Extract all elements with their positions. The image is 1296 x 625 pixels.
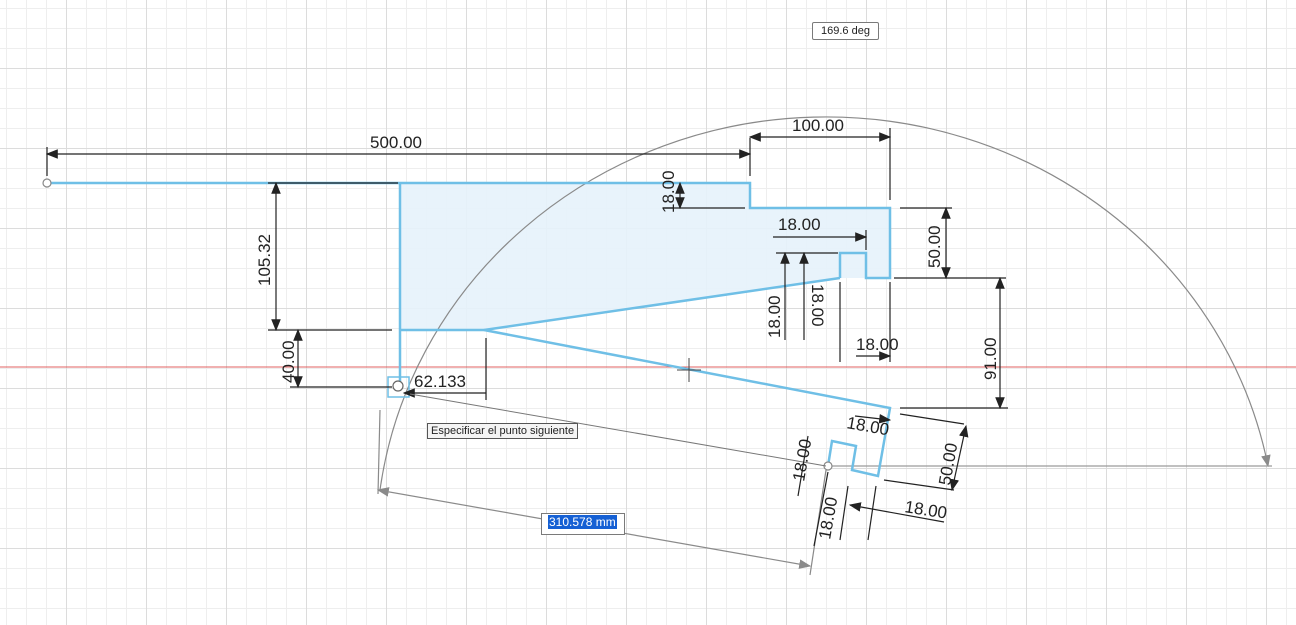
svg-text:18.00: 18.00	[845, 413, 890, 439]
svg-text:18.00: 18.00	[815, 495, 841, 540]
dimension-100[interactable]: 100.00	[748, 116, 892, 200]
dimension-18-rot-a[interactable]: 18.00	[845, 413, 892, 439]
svg-text:18.00: 18.00	[856, 335, 899, 354]
dimension-18-rot-d[interactable]: 18.00	[839, 485, 948, 541]
svg-text:18.00: 18.00	[808, 284, 827, 327]
dimension-18-rot-c[interactable]: 18.00	[813, 471, 841, 547]
svg-text:18.00: 18.00	[659, 170, 678, 213]
svg-text:18.00: 18.00	[778, 215, 821, 234]
dimension-50-right[interactable]: 50.00	[894, 206, 1006, 280]
tooltip-specify-next-point: Especificar el punto siguiente	[427, 423, 579, 439]
svg-text:18.00: 18.00	[789, 437, 815, 482]
length-input-value[interactable]: 310.578 mm	[548, 515, 617, 529]
dimension-18-small[interactable]: 18.00	[839, 282, 899, 362]
dimension-18-rot-b[interactable]: 18.00	[789, 435, 815, 497]
angle-readout: 169.6 deg	[812, 22, 879, 40]
dimension-50-rot[interactable]: 50.00	[883, 413, 969, 492]
svg-text:91.00: 91.00	[981, 337, 1000, 380]
dimension-500[interactable]: 500.00	[45, 133, 752, 176]
svg-text:50.00: 50.00	[925, 225, 944, 268]
dimension-40[interactable]: 40.00	[279, 328, 392, 389]
svg-text:50.00: 50.00	[935, 441, 961, 486]
svg-text:40.00: 40.00	[279, 340, 298, 383]
svg-text:18.00: 18.00	[765, 295, 784, 338]
sketch-drawing: 500.00 100.00 18.00 105.32 18.00 50.00 1…	[0, 116, 1296, 576]
length-input[interactable]: 310.578 mm	[541, 513, 625, 535]
svg-text:105.32: 105.32	[255, 234, 274, 286]
current-point[interactable]	[392, 380, 404, 392]
centroid-cross-icon	[677, 358, 701, 382]
svg-text:500.00: 500.00	[370, 133, 422, 152]
svg-text:100.00: 100.00	[792, 116, 844, 135]
dimension-91[interactable]: 91.00	[900, 276, 1008, 410]
svg-text:62.133: 62.133	[414, 372, 466, 391]
svg-text:18.00: 18.00	[903, 497, 948, 522]
dimension-105[interactable]: 105.32	[255, 181, 398, 332]
start-point[interactable]	[42, 178, 52, 188]
